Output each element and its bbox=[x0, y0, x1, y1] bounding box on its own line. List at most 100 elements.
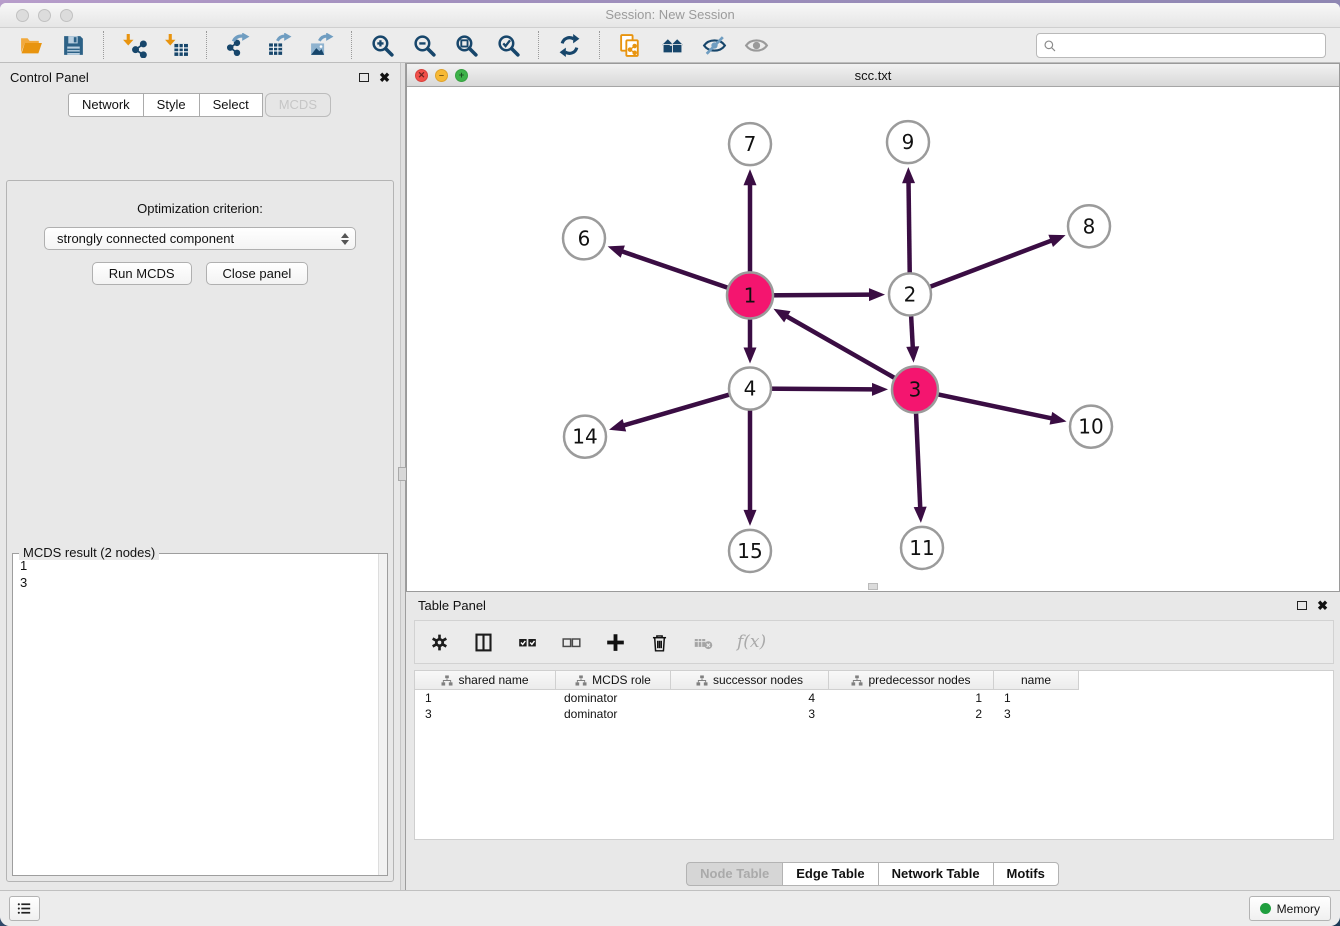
show-all-panels-icon[interactable] bbox=[657, 31, 687, 59]
zoom-in-icon[interactable] bbox=[367, 31, 397, 59]
graph-node-label: 8 bbox=[1083, 214, 1096, 238]
select-stepper-icon bbox=[341, 233, 349, 245]
graph-edge-arrow-icon bbox=[744, 510, 757, 526]
graph-node-label: 3 bbox=[909, 378, 922, 402]
tab-mcds[interactable]: MCDS bbox=[265, 93, 331, 117]
result-scrollbar[interactable] bbox=[378, 554, 387, 875]
graph-node-label: 10 bbox=[1078, 415, 1103, 439]
graph-node-label: 11 bbox=[909, 536, 934, 560]
column-header-mcds-role[interactable]: MCDS role bbox=[556, 671, 671, 690]
close-table-panel-icon[interactable]: ✖ bbox=[1317, 599, 1328, 612]
network-view-window: ✕ – + scc.txt 7968124314101511 bbox=[406, 63, 1340, 592]
graph-edge-arrow-icon bbox=[744, 348, 757, 364]
toolbar-separator bbox=[103, 31, 104, 59]
table-row[interactable]: 1 dominator 4 1 1 bbox=[415, 690, 1333, 706]
mcds-result-box: MCDS result (2 nodes) 1 3 bbox=[12, 553, 388, 876]
mcds-result-title: MCDS result (2 nodes) bbox=[19, 545, 159, 560]
main-toolbar bbox=[0, 28, 1340, 63]
column-header-successor-nodes[interactable]: successor nodes bbox=[671, 671, 829, 690]
graph-edge-arrow-icon bbox=[1050, 412, 1067, 425]
select-all-icon[interactable] bbox=[517, 632, 538, 653]
column-type-icon bbox=[575, 675, 587, 686]
tab-style[interactable]: Style bbox=[143, 93, 200, 117]
canvas-splitter-handle-icon[interactable] bbox=[868, 583, 878, 590]
apply-layout-icon[interactable] bbox=[554, 31, 584, 59]
table-options-icon[interactable] bbox=[429, 632, 450, 653]
tab-edge-table[interactable]: Edge Table bbox=[782, 862, 878, 886]
column-type-icon bbox=[696, 675, 708, 686]
graph-edge-arrow-icon bbox=[1048, 235, 1065, 247]
zoom-out-icon[interactable] bbox=[409, 31, 439, 59]
task-history-button[interactable] bbox=[9, 896, 40, 921]
table-panel: Table Panel ✖ bbox=[406, 592, 1340, 890]
add-row-icon[interactable] bbox=[605, 632, 626, 653]
graph-edge[interactable] bbox=[910, 240, 1053, 295]
memory-status-icon bbox=[1260, 903, 1271, 914]
tab-motifs[interactable]: Motifs bbox=[993, 862, 1059, 886]
graph-node-label: 7 bbox=[744, 132, 757, 156]
toolbar-separator bbox=[599, 31, 600, 59]
main-content: Control Panel ✖ Network Style Select MCD… bbox=[0, 63, 1340, 890]
graph-node-label: 2 bbox=[904, 282, 917, 306]
network-canvas[interactable]: 7968124314101511 bbox=[407, 87, 1339, 591]
hide-panels-icon[interactable] bbox=[699, 31, 729, 59]
column-header-name[interactable]: name bbox=[994, 671, 1079, 690]
deselect-all-icon[interactable] bbox=[561, 632, 582, 653]
zoom-fit-icon[interactable] bbox=[451, 31, 481, 59]
float-table-panel-icon[interactable] bbox=[1297, 601, 1307, 610]
graph-edge-arrow-icon bbox=[914, 507, 927, 523]
export-network-icon[interactable] bbox=[222, 31, 252, 59]
function-builder-icon: f(x) bbox=[737, 632, 766, 652]
export-image-icon[interactable] bbox=[306, 31, 336, 59]
open-file-icon[interactable] bbox=[16, 31, 46, 59]
save-session-icon[interactable] bbox=[58, 31, 88, 59]
column-type-icon bbox=[441, 675, 453, 686]
export-table-icon[interactable] bbox=[264, 31, 294, 59]
table-panel-title: Table Panel bbox=[418, 598, 486, 613]
graph-node-label: 1 bbox=[744, 283, 757, 307]
graph-node-label: 9 bbox=[902, 130, 915, 154]
float-panel-icon[interactable] bbox=[359, 73, 369, 82]
network-graph[interactable]: 7968124314101511 bbox=[407, 87, 1339, 591]
close-panel-icon[interactable]: ✖ bbox=[379, 71, 390, 84]
graph-edge-arrow-icon bbox=[902, 167, 915, 183]
graph-node-label: 4 bbox=[744, 377, 757, 401]
app-window: Session: New Session bbox=[0, 3, 1340, 926]
mcds-result-text[interactable]: 1 3 bbox=[13, 554, 387, 594]
status-bar: Memory bbox=[0, 890, 1340, 926]
table-row[interactable]: 3 dominator 3 2 3 bbox=[415, 706, 1333, 722]
table-tabs: Node Table Edge Table Network Table Moti… bbox=[406, 862, 1340, 886]
optimization-criterion-label: Optimization criterion: bbox=[7, 201, 393, 216]
graph-edge-arrow-icon bbox=[872, 383, 888, 396]
zoom-selected-icon[interactable] bbox=[493, 31, 523, 59]
memory-button[interactable]: Memory bbox=[1249, 896, 1331, 921]
import-table-icon[interactable] bbox=[161, 31, 191, 59]
tab-node-table[interactable]: Node Table bbox=[686, 862, 783, 886]
delete-row-icon[interactable] bbox=[649, 632, 670, 653]
table-toolbar: f(x) bbox=[414, 620, 1334, 664]
show-column-icon[interactable] bbox=[473, 632, 494, 653]
optimization-criterion-select[interactable]: strongly connected component bbox=[44, 227, 356, 250]
run-mcds-button[interactable]: Run MCDS bbox=[92, 262, 192, 285]
window-title: Session: New Session bbox=[0, 7, 1340, 22]
import-network-icon[interactable] bbox=[119, 31, 149, 59]
graph-edge-arrow-icon bbox=[869, 288, 885, 301]
tab-network[interactable]: Network bbox=[68, 93, 144, 117]
show-panel-icon bbox=[741, 31, 771, 59]
search-input[interactable] bbox=[1062, 38, 1319, 53]
tab-select[interactable]: Select bbox=[199, 93, 263, 117]
column-header-predecessor-nodes[interactable]: predecessor nodes bbox=[829, 671, 994, 690]
graph-node-label: 6 bbox=[578, 226, 591, 250]
clone-network-icon[interactable] bbox=[615, 31, 645, 59]
network-window-title: scc.txt bbox=[407, 68, 1339, 83]
tab-network-table[interactable]: Network Table bbox=[878, 862, 994, 886]
close-panel-button[interactable]: Close panel bbox=[206, 262, 309, 285]
right-column: ✕ – + scc.txt 7968124314101511 Table Pan… bbox=[406, 63, 1340, 890]
toolbar-separator bbox=[351, 31, 352, 59]
list-icon bbox=[16, 900, 33, 917]
control-panel: Control Panel ✖ Network Style Select MCD… bbox=[0, 63, 400, 890]
search-box[interactable] bbox=[1036, 33, 1326, 58]
toolbar-separator bbox=[538, 31, 539, 59]
column-header-shared-name[interactable]: shared name bbox=[415, 671, 556, 690]
toolbar-separator bbox=[206, 31, 207, 59]
